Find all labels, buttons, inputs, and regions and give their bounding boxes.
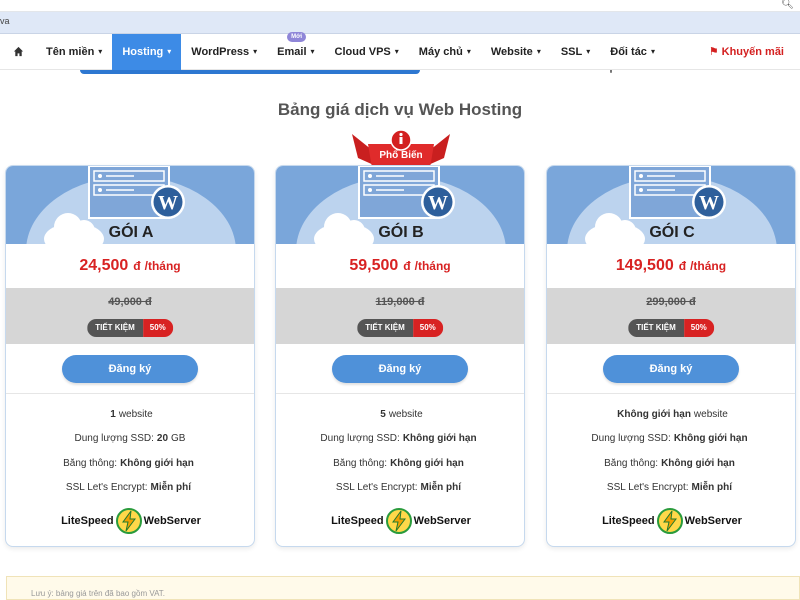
savings-badge: TIẾT KIỆM 50%: [357, 319, 443, 337]
lightning-icon: [385, 508, 412, 534]
lightning-icon: [115, 508, 142, 534]
nav-item-wordpress[interactable]: WordPress ▾: [181, 34, 267, 70]
register-button[interactable]: Đăng ký: [603, 354, 739, 383]
feature-ssd: Dung lượng SSD: Không giới hạn: [320, 433, 477, 445]
chevron-down-icon: ▾: [253, 47, 258, 56]
chevron-down-icon: ▾: [650, 47, 655, 56]
plan-price: 24,500 đ /tháng: [79, 257, 181, 274]
savings-badge: TIẾT KIỆM 50%: [628, 319, 714, 337]
svg-text:W: W: [428, 192, 448, 214]
browser-top-strip: 🔍︎: [0, 0, 800, 12]
main-nav: Tên miền ▾ Hosting ▾ WordPress ▾ Mới Email ▾…: [0, 31, 800, 70]
nav-item-hosting[interactable]: Hosting ▾: [112, 33, 182, 70]
plan-hero: W GÓI A: [6, 166, 254, 244]
nav-item-partner[interactable]: Đối tác ▾: [600, 34, 665, 70]
litespeed-logo: LiteSpeed WebServer: [547, 508, 795, 534]
plan-card-a: W GÓI A 24,500 đ /tháng 49,000 đ TIẾT KI…: [5, 165, 255, 547]
register-button[interactable]: Đăng ký: [62, 354, 198, 383]
page-title: Bảng giá dịch vụ Web Hosting: [277, 100, 523, 119]
feature-list: 5 website Dung lượng SSD: Không giới hạn B…: [276, 394, 524, 500]
new-badge: Mới: [287, 31, 307, 42]
feature-list: 1 website Dung lượng SSD: 20 GB Băng thông:…: [6, 394, 254, 500]
svg-text:W: W: [158, 192, 178, 214]
nav-item-promotion[interactable]: ⚑ Khuyến mãi: [699, 34, 800, 70]
plan-price: 59,500 đ /tháng: [349, 257, 451, 274]
feature-ssd: Dung lượng SSD: Không giới hạn: [591, 433, 748, 445]
wordpress-icon: W: [151, 185, 185, 219]
plan-discount: 49,000 đ TIẾT KIỆM 50%: [6, 288, 254, 344]
feature-websites: 1 website: [110, 408, 153, 420]
old-price: 119,000 đ: [375, 296, 425, 308]
wordpress-icon: W: [692, 185, 726, 219]
plan-card-c: W GÓI C 149,500 đ /tháng 299,000 đ TIẾT …: [546, 165, 796, 547]
old-price: 49,000 đ: [108, 296, 152, 308]
feature-list: Không giới hạn website Dung lượng SSD: Khô…: [547, 394, 795, 500]
plan-hero: W GÓI C: [547, 166, 795, 244]
nav-item-email[interactable]: Mới Email ▾: [267, 31, 324, 70]
litespeed-logo: LiteSpeed WebServer: [6, 508, 254, 534]
lightning-icon: [656, 508, 683, 534]
svg-text:W: W: [699, 192, 719, 214]
home-icon[interactable]: [0, 34, 36, 70]
plan-hero: W GÓI B: [276, 166, 524, 244]
chevron-down-icon: ▾: [167, 47, 172, 56]
chevron-down-icon: ▾: [536, 47, 541, 56]
chevron-down-icon: ▾: [310, 47, 315, 56]
feature-ssd: Dung lượng SSD: 20 GB: [74, 433, 186, 445]
plan-card-b: W GÓI B 59,500 đ /tháng 119,000 đ TIẾT K…: [275, 165, 525, 547]
flag-icon: ⚑: [708, 46, 719, 58]
plan-discount: 299,000 đ TIẾT KIỆM 50%: [547, 288, 795, 344]
plan-name: GÓI C: [649, 224, 695, 241]
vat-note: Lưu ý: bảng giá trên đã bao gồm VAT.: [6, 576, 800, 600]
plan-name: GÓI A: [108, 224, 154, 241]
wordpress-icon: W: [421, 185, 455, 219]
chevron-down-icon: ▾: [98, 47, 103, 56]
feature-ssl: SSL Let's Encrypt: Miễn phí: [606, 482, 733, 494]
savings-badge: TIẾT KIỆM 50%: [87, 319, 173, 337]
feature-bandwidth: Băng thông: Không giới hạn: [63, 457, 194, 469]
chevron-down-icon: ▾: [466, 47, 471, 56]
nav-item-website[interactable]: Website ▾: [481, 34, 551, 70]
feature-websites: 5 website: [380, 408, 423, 420]
feature-ssl: SSL Let's Encrypt: Miễn phí: [65, 482, 192, 494]
nav-item-server[interactable]: Máy chủ ▾: [409, 34, 481, 70]
litespeed-logo: LiteSpeed WebServer: [276, 508, 524, 534]
zoom-icon[interactable]: 🔍︎: [781, 0, 794, 10]
address-text: va: [0, 16, 10, 26]
feature-bandwidth: Băng thông: Không giới hạn: [333, 457, 464, 469]
feature-bandwidth: Băng thông: Không giới hạn: [604, 457, 735, 469]
plan-name: GÓI B: [378, 224, 424, 241]
feature-websites: Không giới hạn website: [617, 408, 728, 420]
chevron-down-icon: ▾: [394, 47, 399, 56]
nav-dropdown-edge: [80, 70, 720, 76]
register-button[interactable]: Đăng ký: [332, 354, 468, 383]
nav-item-ssl[interactable]: SSL ▾: [551, 34, 600, 70]
plan-price: 149,500 đ /tháng: [615, 257, 727, 274]
address-bar[interactable]: va: [0, 12, 800, 34]
nav-item-domain[interactable]: Tên miền ▾: [36, 34, 112, 70]
old-price: 299,000 đ: [646, 296, 696, 308]
plan-discount: 119,000 đ TIẾT KIỆM 50%: [276, 288, 524, 344]
nav-item-cloud-vps[interactable]: Cloud VPS ▾: [325, 34, 409, 70]
feature-ssl: SSL Let's Encrypt: Miễn phí: [335, 482, 462, 494]
chevron-down-icon: ▾: [586, 47, 591, 56]
popular-label: Phổ Biến: [379, 150, 423, 161]
